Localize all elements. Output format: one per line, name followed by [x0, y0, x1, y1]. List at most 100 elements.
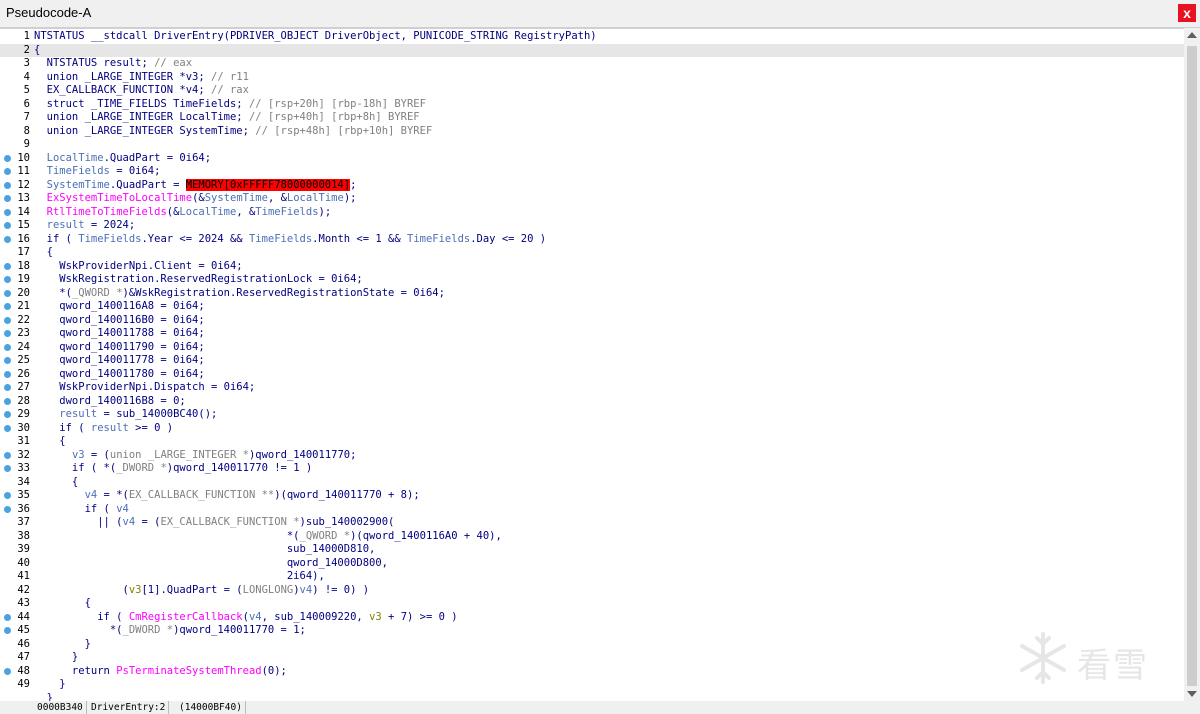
code-line[interactable]: 49 } [0, 678, 1184, 692]
code-token[interactable]: WskRegistration.ReservedRegistrationLock… [34, 273, 362, 285]
code-line[interactable]: 14 RtlTimeToTimeFields(&LocalTime, &Time… [0, 206, 1184, 220]
code-token[interactable]: RtlTimeToTimeFields [47, 206, 167, 218]
code-line[interactable]: 31 { [0, 435, 1184, 449]
code-token[interactable]: v4 [116, 503, 129, 515]
code-line[interactable]: 11 TimeFields = 0i64; [0, 165, 1184, 179]
code-text[interactable]: NTSTATUS result; // eax [34, 57, 192, 71]
code-token[interactable] [34, 152, 47, 164]
code-token[interactable]: .Year <= 2024 && [141, 233, 248, 245]
code-text[interactable]: union _LARGE_INTEGER SystemTime; // [rsp… [34, 125, 433, 139]
code-line[interactable]: 1 NTSTATUS __stdcall DriverEntry(PDRIVER_… [0, 30, 1184, 44]
scroll-up-icon[interactable] [1187, 32, 1197, 38]
code-text[interactable]: WskProviderNpi.Client = 0i64; [34, 260, 242, 274]
code-token[interactable]: v4 [249, 611, 262, 623]
code-token[interactable]: WskProviderNpi.Client = 0i64; [34, 260, 242, 272]
code-text[interactable]: if ( CmRegisterCallback(v4, sub_14000922… [34, 611, 457, 625]
code-text[interactable]: return PsTerminateSystemThread(0); [34, 665, 287, 679]
code-token[interactable]: LocalTime [287, 192, 344, 204]
code-text[interactable]: qword_1400116B0 = 0i64; [34, 314, 204, 328]
pseudocode-editor[interactable]: 1 NTSTATUS __stdcall DriverEntry(PDRIVER_… [0, 28, 1200, 704]
code-token[interactable]: ( [34, 584, 129, 596]
code-token[interactable]: ExSystemTimeToLocalTime [47, 192, 192, 204]
code-text[interactable]: { [34, 246, 53, 260]
code-text[interactable]: qword_14000D800, [34, 557, 388, 571]
code-line[interactable]: 41 2i64), [0, 570, 1184, 584]
code-token[interactable]: TimeFields [47, 165, 110, 177]
code-text[interactable]: qword_140011778 = 0i64; [34, 354, 204, 368]
code-line[interactable]: 43 { [0, 597, 1184, 611]
scrollbar-thumb[interactable] [1187, 46, 1197, 686]
code-text[interactable]: if ( *(_DWORD *)qword_140011770 != 1 ) [34, 462, 312, 476]
code-line[interactable]: 33 if ( *(_DWORD *)qword_140011770 != 1 … [0, 462, 1184, 476]
code-token[interactable] [34, 449, 72, 461]
code-token[interactable]: } [34, 651, 78, 663]
code-token[interactable]: (& [167, 206, 180, 218]
code-text[interactable]: WskProviderNpi.Dispatch = 0i64; [34, 381, 255, 395]
code-line[interactable]: 37 || (v4 = (EX_CALLBACK_FUNCTION *)sub_… [0, 516, 1184, 530]
code-token[interactable]: if ( [34, 503, 116, 515]
code-text[interactable]: || (v4 = (EX_CALLBACK_FUNCTION *)sub_140… [34, 516, 394, 530]
code-token[interactable]: >= 0 ) [129, 422, 173, 434]
code-text[interactable]: result = sub_14000BC40(); [34, 408, 217, 422]
code-text[interactable]: ExSystemTimeToLocalTime(&SystemTime, &Lo… [34, 192, 357, 206]
code-token[interactable]: { [34, 435, 65, 447]
code-token[interactable]: // [rsp+20h] [rbp-18h] BYREF [249, 98, 426, 110]
code-token[interactable] [34, 206, 47, 218]
code-line[interactable]: 24 qword_140011790 = 0i64; [0, 341, 1184, 355]
code-line[interactable]: 7 union _LARGE_INTEGER LocalTime; // [rs… [0, 111, 1184, 125]
code-token[interactable]: v4 [123, 516, 136, 528]
code-token[interactable]: )&WskRegistration.ReservedRegistrationSt… [123, 287, 445, 299]
code-token[interactable]: v3 [369, 611, 382, 623]
code-token[interactable]: _DWORD * [123, 624, 174, 636]
code-token[interactable]: = sub_14000BC40(); [97, 408, 218, 420]
code-line[interactable]: 3 NTSTATUS result; // eax [0, 57, 1184, 71]
code-token[interactable]: result [47, 219, 85, 231]
code-token[interactable] [34, 489, 85, 501]
code-token[interactable]: _QWORD * [300, 530, 351, 542]
code-line[interactable]: 15 result = 2024; [0, 219, 1184, 233]
code-token[interactable]: { [34, 44, 40, 56]
code-token[interactable]: WskProviderNpi.Dispatch = 0i64; [34, 381, 255, 393]
code-line[interactable]: 44 if ( CmRegisterCallback(v4, sub_14000… [0, 611, 1184, 625]
code-line[interactable]: 6 struct _TIME_FIELDS TimeFields; // [rs… [0, 98, 1184, 112]
code-line[interactable]: 32 v3 = (union _LARGE_INTEGER *)qword_14… [0, 449, 1184, 463]
code-token[interactable]: [1].QuadPart = ( [141, 584, 242, 596]
code-text[interactable]: if ( TimeFields.Year <= 2024 && TimeFiel… [34, 233, 546, 247]
code-line[interactable]: 35 v4 = *(EX_CALLBACK_FUNCTION **)(qword… [0, 489, 1184, 503]
code-token[interactable]: NTSTATUS result; [34, 57, 154, 69]
code-token[interactable]: union _LARGE_INTEGER SystemTime; [34, 125, 255, 137]
code-text[interactable]: qword_140011788 = 0i64; [34, 327, 204, 341]
code-token[interactable]: , & [236, 206, 255, 218]
code-text[interactable]: struct _TIME_FIELDS TimeFields; // [rsp+… [34, 98, 426, 112]
code-line[interactable]: 48 return PsTerminateSystemThread(0); [0, 665, 1184, 679]
code-line[interactable]: 2{ [0, 43, 1184, 57]
code-token[interactable]: SystemTime [205, 192, 268, 204]
code-token[interactable]: EX_CALLBACK_FUNCTION ** [129, 489, 274, 501]
code-token[interactable]: *( [34, 530, 300, 542]
code-line[interactable]: 39 sub_14000D810, [0, 543, 1184, 557]
code-token[interactable]: SystemTime [47, 179, 110, 191]
code-token[interactable]: // r11 [211, 71, 249, 83]
code-line[interactable]: 30 if ( result >= 0 ) [0, 422, 1184, 436]
code-token[interactable]: result [91, 422, 129, 434]
code-text[interactable]: if ( v4 [34, 503, 129, 517]
code-token[interactable]: = 2024; [85, 219, 135, 231]
code-token[interactable]: struct _TIME_FIELDS TimeFields; [34, 98, 249, 110]
code-line[interactable]: 17 { [0, 246, 1184, 260]
code-line[interactable]: 34 { [0, 476, 1184, 490]
code-token[interactable]: )(qword_1400116A0 + 40), [350, 530, 502, 542]
code-line[interactable]: 45 *(_DWORD *)qword_140011770 = 1; [0, 624, 1184, 638]
code-text[interactable]: } [34, 678, 65, 692]
code-token[interactable]: v4 [85, 489, 98, 501]
code-token[interactable]: return [34, 665, 116, 677]
code-token[interactable]: _QWORD * [72, 287, 123, 299]
scroll-down-icon[interactable] [1187, 691, 1197, 697]
code-token[interactable]: } [34, 678, 65, 690]
code-token[interactable]: result [59, 408, 97, 420]
code-line[interactable]: 47 } [0, 651, 1184, 665]
code-token[interactable]: v3 [129, 584, 142, 596]
code-text[interactable]: *(_QWORD *)(qword_1400116A0 + 40), [34, 530, 502, 544]
code-token[interactable]: qword_1400116B0 = 0i64; [34, 314, 204, 326]
code-token[interactable]: )qword_140011770 = 1; [173, 624, 306, 636]
close-button[interactable]: x [1178, 4, 1196, 22]
